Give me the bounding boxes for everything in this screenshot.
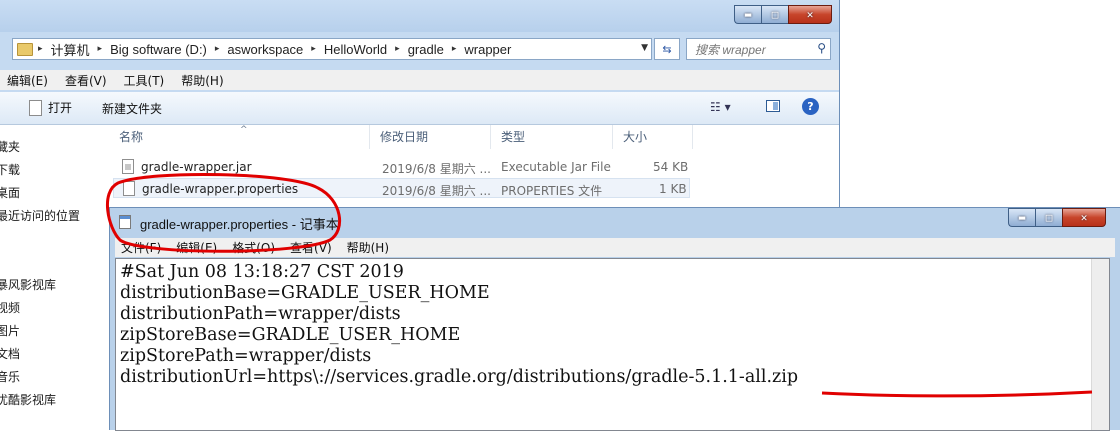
refresh-icon: ⇆ [662,42,672,56]
refresh-button[interactable]: ⇆ [654,38,680,60]
preview-pane-icon[interactable] [766,100,780,112]
menu-view[interactable]: 查看(V) [290,239,332,256]
menu-tools[interactable]: 工具(T) [124,72,165,89]
minimize-button[interactable]: ▬ [734,5,761,24]
text-line: distributionPath=wrapper/dists [120,304,401,324]
explorer-titlebar: ▬ □ ✕ [0,0,839,32]
new-folder-button[interactable]: 新建文件夹 [102,100,162,117]
notepad-window: gradle-wrapper.properties - 记事本 ▬ □ ✕ 文件… [109,207,1120,431]
file-row[interactable]: gradle-wrapper.jar 2019/6/8 星期六 ... Exec… [113,157,690,177]
nav-item-pictures[interactable]: 图片 [0,322,20,339]
breadcrumb-separator-icon[interactable]: ▸ [306,44,321,54]
menu-format[interactable]: 格式(O) [232,239,275,256]
text-line: zipStoreBase=GRADLE_USER_HOME [120,325,461,345]
notepad-icon [119,215,131,229]
notepad-caption-buttons: ▬ □ ✕ [1008,208,1106,227]
notepad-text-area[interactable]: #Sat Jun 08 13:18:27 CST 2019 distributi… [115,258,1110,431]
notepad-menu-bar: 文件(F) 编辑(E) 格式(O) 查看(V) 帮助(H) [115,238,1115,257]
column-header-size[interactable]: 大小 [613,125,693,149]
menu-edit[interactable]: 编辑(E) [7,72,48,89]
jar-file-icon [122,159,134,174]
menu-edit[interactable]: 编辑(E) [176,239,217,256]
nav-item-favorites[interactable]: 藏夹 [0,138,20,155]
column-header-date[interactable]: 修改日期 [370,125,491,149]
nav-item-youku-library[interactable]: 优酷影视库 [0,391,56,408]
text-line: distributionBase=GRADLE_USER_HOME [120,283,490,303]
text-line: #Sat Jun 08 13:18:27 CST 2019 [120,262,404,282]
search-box[interactable]: ⚲ [686,38,831,60]
explorer-menu-bar: 编辑(E) 查看(V) 工具(T) 帮助(H) [0,70,839,90]
nav-item-downloads[interactable]: 下载 [0,161,20,178]
text-line: distributionUrl=https\://services.gradle… [120,367,799,387]
folder-icon [17,42,33,56]
help-icon[interactable]: ? [802,98,819,115]
address-dropdown-icon[interactable]: ▼ [641,43,648,53]
breadcrumb-separator-icon[interactable]: ▸ [33,44,48,54]
nav-item-documents[interactable]: 文档 [0,345,20,362]
menu-view[interactable]: 查看(V) [65,72,107,89]
document-icon [29,99,42,116]
file-date: 2019/6/8 星期六 ... [382,184,491,198]
menu-file[interactable]: 文件(F) [121,239,161,256]
sort-ascending-icon: ^ [240,125,248,135]
search-input[interactable] [693,40,815,60]
close-button[interactable]: ✕ [788,5,832,24]
nav-item-music[interactable]: 音乐 [0,368,20,385]
properties-file-icon [123,181,135,196]
notepad-title: gradle-wrapper.properties - 记事本 [140,217,339,232]
close-button[interactable]: ✕ [1062,208,1106,227]
file-date: 2019/6/8 星期六 ... [382,162,491,176]
breadcrumb-gradle[interactable]: gradle [405,42,447,57]
minimize-button[interactable]: ▬ [1008,208,1035,227]
navigation-pane: 藏夹 下载 桌面 最近访问的位置 暴风影视库 视频 图片 文档 音乐 优酷影视库 [0,125,108,430]
file-name: gradle-wrapper.properties [142,182,299,196]
breadcrumb-separator-icon[interactable]: ▸ [390,44,405,54]
menu-help[interactable]: 帮助(H) [347,239,389,256]
file-row-selected[interactable]: gradle-wrapper.properties 2019/6/8 星期六 .… [113,178,690,198]
breadcrumb-asworkspace[interactable]: asworkspace [224,42,306,57]
view-options-icon[interactable]: ☷ ▾ [710,100,731,114]
nav-item-recent-places[interactable]: 最近访问的位置 [0,207,80,224]
file-size: 1 KB [659,182,687,196]
breadcrumb-computer[interactable]: 计算机 [48,40,93,59]
address-bar[interactable]: ▸ 计算机 ▸ Big software (D:) ▸ asworkspace … [12,38,652,60]
breadcrumb-separator-icon[interactable]: ▸ [93,44,108,54]
breadcrumb-drive[interactable]: Big software (D:) [107,42,210,57]
maximize-button[interactable]: □ [761,5,788,24]
maximize-button[interactable]: □ [1035,208,1062,227]
breadcrumb-separator-icon[interactable]: ▸ [447,44,462,54]
search-icon[interactable]: ⚲ [817,41,826,55]
breadcrumb-wrapper[interactable]: wrapper [461,42,514,57]
open-button[interactable]: 打开 [29,99,72,116]
nav-item-baofeng-library[interactable]: 暴风影视库 [0,276,56,293]
explorer-toolbar: 打开 新建文件夹 ☷ ▾ ? [0,92,839,125]
nav-item-desktop[interactable]: 桌面 [0,184,20,201]
open-label: 打开 [48,101,73,115]
menu-help[interactable]: 帮助(H) [181,72,223,89]
breadcrumb-helloworld[interactable]: HelloWorld [321,42,390,57]
column-header-type[interactable]: 类型 [491,125,613,149]
file-type: Executable Jar File [501,160,611,174]
file-type: PROPERTIES 文件 [501,184,603,198]
breadcrumb-separator-icon[interactable]: ▸ [210,44,225,54]
text-line: zipStorePath=wrapper/dists [120,346,372,366]
file-name: gradle-wrapper.jar [141,160,252,174]
explorer-caption-buttons: ▬ □ ✕ [734,5,832,24]
nav-item-videos[interactable]: 视频 [0,299,20,316]
vertical-scrollbar[interactable] [1091,259,1109,430]
file-size: 54 KB [653,160,689,174]
